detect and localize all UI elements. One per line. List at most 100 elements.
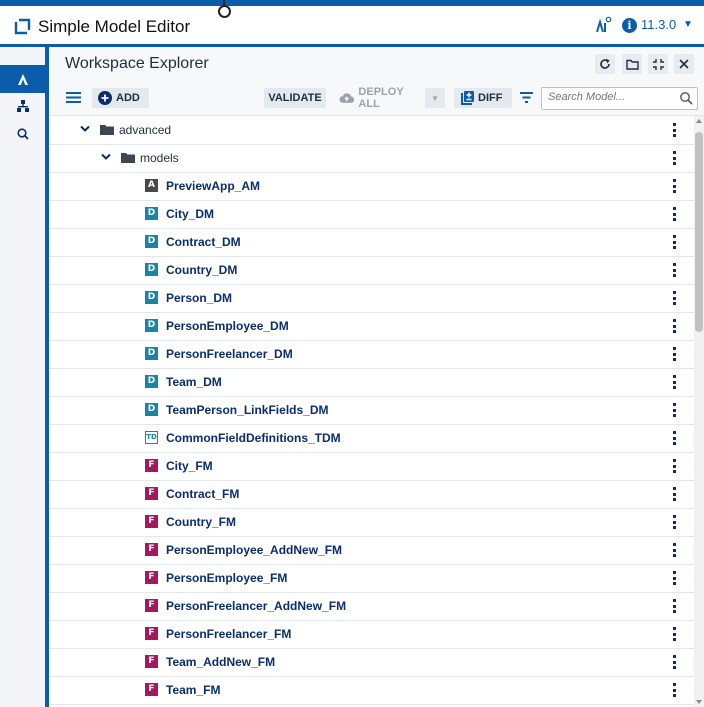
hamburger-menu-icon[interactable] bbox=[66, 91, 81, 104]
model-label[interactable]: Country_FM bbox=[166, 515, 236, 529]
tree-model-row[interactable]: F Contract_FM bbox=[49, 480, 694, 509]
row-menu-icon[interactable] bbox=[669, 431, 679, 445]
model-label[interactable]: Contract_DM bbox=[166, 235, 241, 249]
row-menu-icon[interactable] bbox=[669, 487, 679, 501]
tree-model-row[interactable]: F PersonEmployee_FM bbox=[49, 564, 694, 593]
version-label[interactable]: 11.3.0 bbox=[641, 17, 676, 32]
model-label[interactable]: PersonEmployee_FM bbox=[166, 571, 287, 585]
tree-model-row[interactable]: F PersonFreelancer_AddNew_FM bbox=[49, 592, 694, 621]
tree-folder-models[interactable]: models bbox=[49, 144, 694, 173]
model-label[interactable]: Contract_FM bbox=[166, 487, 239, 501]
validate-button[interactable]: VALIDATE bbox=[264, 88, 326, 108]
tree-model-row[interactable]: D Country_DM bbox=[49, 256, 694, 285]
model-label[interactable]: City_FM bbox=[166, 459, 213, 473]
row-menu-icon[interactable] bbox=[669, 263, 679, 277]
model-label[interactable]: PersonEmployee_AddNew_FM bbox=[166, 543, 342, 557]
tree-model-row[interactable]: D TeamPerson_LinkFields_DM bbox=[49, 396, 694, 425]
chevron-down-icon[interactable] bbox=[101, 153, 111, 161]
tree-model-row[interactable]: D Team_DM bbox=[49, 368, 694, 397]
model-label[interactable]: Country_DM bbox=[166, 263, 237, 277]
collapse-all-button[interactable] bbox=[648, 54, 668, 74]
rail-explorer-button[interactable] bbox=[0, 65, 45, 93]
row-menu-icon[interactable] bbox=[669, 683, 679, 697]
tree-model-row[interactable]: F Country_FM bbox=[49, 508, 694, 537]
row-menu-icon[interactable] bbox=[669, 235, 679, 249]
row-menu-icon[interactable] bbox=[669, 515, 679, 529]
model-label[interactable]: Person_DM bbox=[166, 291, 232, 305]
rail-hierarchy-button[interactable] bbox=[0, 92, 45, 120]
tree-model-row[interactable]: F PersonFreelancer_FM bbox=[49, 620, 694, 649]
model-label[interactable]: Team_DM bbox=[166, 375, 222, 389]
filter-icon[interactable] bbox=[520, 92, 533, 103]
form-model-badge-icon: F bbox=[145, 599, 158, 612]
row-menu-icon[interactable] bbox=[669, 151, 679, 165]
model-label[interactable]: TeamPerson_LinkFields_DM bbox=[166, 403, 329, 417]
tree-model-row[interactable]: D Contract_DM bbox=[49, 228, 694, 257]
scroll-up-icon[interactable] bbox=[696, 119, 702, 123]
data-model-badge-icon: D bbox=[145, 207, 158, 220]
row-menu-icon[interactable] bbox=[669, 319, 679, 333]
type-data-model-badge-icon: TD bbox=[145, 431, 158, 444]
model-label[interactable]: PreviewApp_AM bbox=[166, 179, 260, 193]
tree-model-row[interactable]: D PersonFreelancer_DM bbox=[49, 340, 694, 369]
tree-scrollbar[interactable] bbox=[694, 116, 704, 707]
tree-model-row[interactable]: F City_FM bbox=[49, 452, 694, 481]
chevron-down-icon[interactable] bbox=[80, 125, 90, 133]
tree-model-row[interactable]: F Team_AddNew_FM bbox=[49, 648, 694, 677]
model-label[interactable]: Team_AddNew_FM bbox=[166, 655, 275, 669]
folder-icon bbox=[100, 125, 114, 135]
tree-model-row[interactable]: D Person_DM bbox=[49, 284, 694, 313]
row-menu-icon[interactable] bbox=[669, 655, 679, 669]
app-body: Workspace Explorer ADD VALIDATE DEPLOY A… bbox=[0, 44, 704, 707]
tree-model-row[interactable]: A PreviewApp_AM bbox=[49, 172, 694, 201]
row-menu-icon[interactable] bbox=[669, 543, 679, 557]
scroll-down-icon[interactable] bbox=[696, 700, 702, 704]
side-rail bbox=[0, 47, 45, 707]
close-button[interactable] bbox=[674, 54, 694, 74]
refresh-button[interactable] bbox=[595, 54, 615, 74]
row-menu-icon[interactable] bbox=[669, 207, 679, 221]
workspace-toolbar: ADD VALIDATE DEPLOY ALL ▼ DIFF bbox=[49, 81, 704, 116]
row-menu-icon[interactable] bbox=[669, 179, 679, 193]
ai-sparkle-icon[interactable] bbox=[593, 16, 613, 36]
open-folder-button[interactable] bbox=[622, 54, 642, 74]
info-icon[interactable]: i bbox=[622, 18, 637, 33]
close-icon bbox=[679, 59, 689, 69]
deploy-dropdown-button[interactable]: ▼ bbox=[425, 88, 445, 108]
deploy-all-button[interactable]: DEPLOY ALL bbox=[333, 86, 425, 110]
row-menu-icon[interactable] bbox=[669, 123, 679, 137]
rail-search-button[interactable] bbox=[0, 120, 45, 148]
form-model-badge-icon: F bbox=[145, 683, 158, 696]
row-menu-icon[interactable] bbox=[669, 403, 679, 417]
deploy-all-label: DEPLOY ALL bbox=[358, 86, 404, 110]
search-model-box[interactable] bbox=[541, 87, 698, 110]
model-label[interactable]: PersonFreelancer_AddNew_FM bbox=[166, 599, 346, 613]
data-model-badge-icon: D bbox=[145, 235, 158, 248]
model-label[interactable]: CommonFieldDefinitions_TDM bbox=[166, 431, 341, 445]
model-label[interactable]: PersonFreelancer_DM bbox=[166, 347, 293, 361]
row-menu-icon[interactable] bbox=[669, 291, 679, 305]
tree-model-row[interactable]: F Team_FM bbox=[49, 676, 694, 705]
model-label[interactable]: Team_FM bbox=[166, 683, 220, 697]
row-menu-icon[interactable] bbox=[669, 375, 679, 389]
search-icon[interactable] bbox=[679, 91, 693, 105]
data-model-badge-icon: D bbox=[145, 263, 158, 276]
model-label[interactable]: City_DM bbox=[166, 207, 214, 221]
model-label[interactable]: PersonFreelancer_FM bbox=[166, 627, 291, 641]
diff-button[interactable]: DIFF bbox=[454, 88, 512, 108]
tree-model-row[interactable]: D PersonEmployee_DM bbox=[49, 312, 694, 341]
row-menu-icon[interactable] bbox=[669, 347, 679, 361]
row-menu-icon[interactable] bbox=[669, 459, 679, 473]
scroll-thumb[interactable] bbox=[695, 132, 703, 332]
row-menu-icon[interactable] bbox=[669, 627, 679, 641]
row-menu-icon[interactable] bbox=[669, 599, 679, 613]
model-label[interactable]: PersonEmployee_DM bbox=[166, 319, 289, 333]
tree-model-row[interactable]: TD CommonFieldDefinitions_TDM bbox=[49, 424, 694, 453]
add-button[interactable]: ADD bbox=[92, 88, 149, 108]
tree-model-row[interactable]: D City_DM bbox=[49, 200, 694, 229]
tree-model-row[interactable]: F PersonEmployee_AddNew_FM bbox=[49, 536, 694, 565]
tree-folder-advanced[interactable]: advanced bbox=[49, 116, 694, 145]
row-menu-icon[interactable] bbox=[669, 571, 679, 585]
chevron-down-icon[interactable]: ▼ bbox=[683, 19, 693, 30]
search-model-input[interactable] bbox=[548, 91, 668, 103]
